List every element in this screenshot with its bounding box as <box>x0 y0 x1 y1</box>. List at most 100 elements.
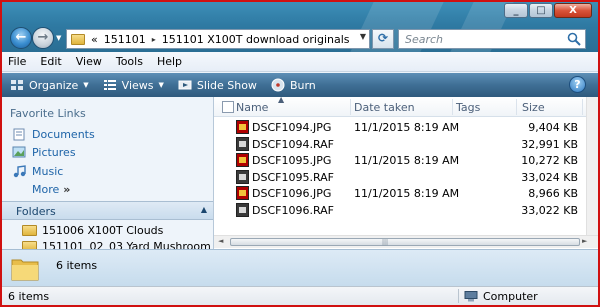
burn-disc-icon <box>271 78 285 92</box>
column-divider[interactable] <box>582 99 583 115</box>
navigation-pane: Favorite Links Documents Pictures Music … <box>2 97 214 253</box>
title-bar: _ □ X ← → ▼ « 151101 ▸ 151101 X100T down… <box>2 2 598 52</box>
file-size: 32,991 KB <box>521 137 578 151</box>
burn-button[interactable]: Burn <box>271 78 316 92</box>
vertical-scrollbar[interactable] <box>586 97 598 235</box>
raw-image-icon <box>236 169 249 184</box>
organize-icon <box>11 80 23 90</box>
file-row[interactable]: DSCF1095.RAF 33,024 KB <box>214 169 586 185</box>
menu-view[interactable]: View <box>76 55 102 68</box>
favorite-pictures[interactable]: Pictures <box>12 145 76 159</box>
breadcrumb-item[interactable]: 151101 X100T download originals <box>162 33 350 46</box>
status-location: Computer <box>464 290 538 303</box>
burn-label: Burn <box>289 78 316 92</box>
file-size: 9,404 KB <box>528 121 578 134</box>
views-icon <box>103 80 116 90</box>
status-divider <box>458 289 459 303</box>
maximize-button[interactable]: □ <box>529 3 553 18</box>
column-header-row: ▲ Name Date taken Tags Size Ra <box>214 95 598 117</box>
window-controls: _ □ X <box>504 3 592 18</box>
folder-name: 151006 X100T Clouds <box>42 224 164 237</box>
minimize-button[interactable]: _ <box>504 3 528 18</box>
scroll-thumb[interactable] <box>230 238 580 246</box>
favorite-music[interactable]: Music <box>12 164 63 178</box>
recent-pages-dropdown[interactable]: ▼ <box>56 34 64 42</box>
help-button[interactable]: ? <box>569 76 586 93</box>
raw-image-icon <box>236 202 249 217</box>
column-size[interactable]: Size <box>522 101 545 114</box>
file-name: DSCF1094.JPG <box>252 121 332 134</box>
address-dropdown-icon[interactable]: ▼ <box>360 32 366 41</box>
slideshow-icon <box>178 80 192 90</box>
file-row[interactable]: DSCF1094.JPG 11/1/2015 8:19 AM 9,404 KB <box>214 119 586 135</box>
file-name: DSCF1096.JPG <box>252 187 332 200</box>
menu-file[interactable]: File <box>8 55 26 68</box>
column-divider[interactable] <box>350 99 351 115</box>
breadcrumb-separator-icon[interactable]: ▸ <box>152 35 156 44</box>
file-row[interactable]: DSCF1096.JPG 11/1/2015 8:19 AM 8,966 KB <box>214 185 586 201</box>
documents-icon <box>13 128 25 141</box>
scroll-grip-icon: ||| <box>382 239 389 246</box>
status-item-count: 6 items <box>8 290 50 303</box>
back-button[interactable]: ← <box>10 27 32 49</box>
search-placeholder: Search <box>405 33 444 46</box>
column-tags[interactable]: Tags <box>456 101 480 114</box>
breadcrumb-item[interactable]: 151101 <box>104 33 146 46</box>
file-date-taken: 11/1/2015 8:19 AM <box>354 187 460 200</box>
file-name: DSCF1095.RAF <box>252 170 335 184</box>
forward-button[interactable]: → <box>32 27 54 49</box>
folder-large-icon <box>11 259 39 281</box>
file-size: 8,966 KB <box>528 187 578 200</box>
favorite-label: Pictures <box>32 145 76 159</box>
column-name[interactable]: Name <box>236 101 268 114</box>
folder-tree-item[interactable]: 151006 X100T Clouds <box>22 224 163 237</box>
scroll-right-icon[interactable]: ► <box>582 237 587 245</box>
slideshow-button[interactable]: Slide Show <box>178 78 257 92</box>
folder-icon <box>71 33 85 45</box>
double-chevron-icon: » <box>63 183 71 196</box>
file-row[interactable]: DSCF1095.JPG 11/1/2015 8:19 AM 10,272 KB <box>214 152 586 168</box>
refresh-button[interactable]: ⟳ <box>372 29 394 49</box>
file-name: DSCF1094.RAF <box>252 137 335 151</box>
more-label: More <box>32 183 60 196</box>
scroll-left-icon[interactable]: ◄ <box>218 237 223 245</box>
back-arrow-icon: ← <box>15 30 27 45</box>
folders-toggle[interactable]: Folders ▲ <box>2 201 213 220</box>
file-size: 33,022 KB <box>521 203 578 217</box>
maximize-icon: □ <box>536 5 546 16</box>
raw-image-icon <box>236 136 249 151</box>
jpeg-image-icon <box>236 153 249 167</box>
file-row[interactable]: DSCF1094.RAF 32,991 KB <box>214 136 586 152</box>
select-all-checkbox[interactable] <box>222 101 234 113</box>
file-size: 33,024 KB <box>521 170 578 184</box>
more-links-button[interactable]: More» <box>32 183 70 196</box>
computer-icon <box>464 291 478 302</box>
search-input[interactable]: Search <box>398 29 586 49</box>
folder-icon <box>22 225 37 236</box>
file-row[interactable]: DSCF1096.RAF 33,022 KB <box>214 202 586 218</box>
views-button[interactable]: Views ▼ <box>103 78 164 92</box>
column-date-taken[interactable]: Date taken <box>354 101 415 114</box>
status-location-label: Computer <box>483 290 538 303</box>
file-date-taken: 11/1/2015 8:19 AM <box>354 121 460 134</box>
music-icon <box>13 165 26 178</box>
menu-tools[interactable]: Tools <box>116 55 143 68</box>
file-list: ▲ Name Date taken Tags Size Ra DSCF1094.… <box>214 95 598 249</box>
menu-edit[interactable]: Edit <box>40 55 61 68</box>
jpeg-image-icon <box>236 120 249 134</box>
status-bar: 6 items Computer <box>2 286 598 305</box>
command-bar: Organize ▼ Views ▼ Slide Show Burn ? <box>2 73 598 97</box>
favorite-documents[interactable]: Documents <box>12 127 95 141</box>
search-icon[interactable] <box>566 31 582 47</box>
close-button[interactable]: X <box>554 3 592 18</box>
organize-button[interactable]: Organize ▼ <box>10 78 89 92</box>
horizontal-scrollbar[interactable]: ◄ ||| ► <box>214 235 598 248</box>
column-divider[interactable] <box>516 99 517 115</box>
sort-ascending-icon: ▲ <box>278 95 285 104</box>
menu-help[interactable]: Help <box>157 55 182 68</box>
chevron-down-icon: ▼ <box>158 81 164 89</box>
breadcrumb-overflow[interactable]: « <box>91 33 98 46</box>
address-bar[interactable]: « 151101 ▸ 151101 X100T download origina… <box>66 29 370 49</box>
column-divider[interactable] <box>452 99 453 115</box>
chevron-down-icon: ▼ <box>83 81 89 89</box>
